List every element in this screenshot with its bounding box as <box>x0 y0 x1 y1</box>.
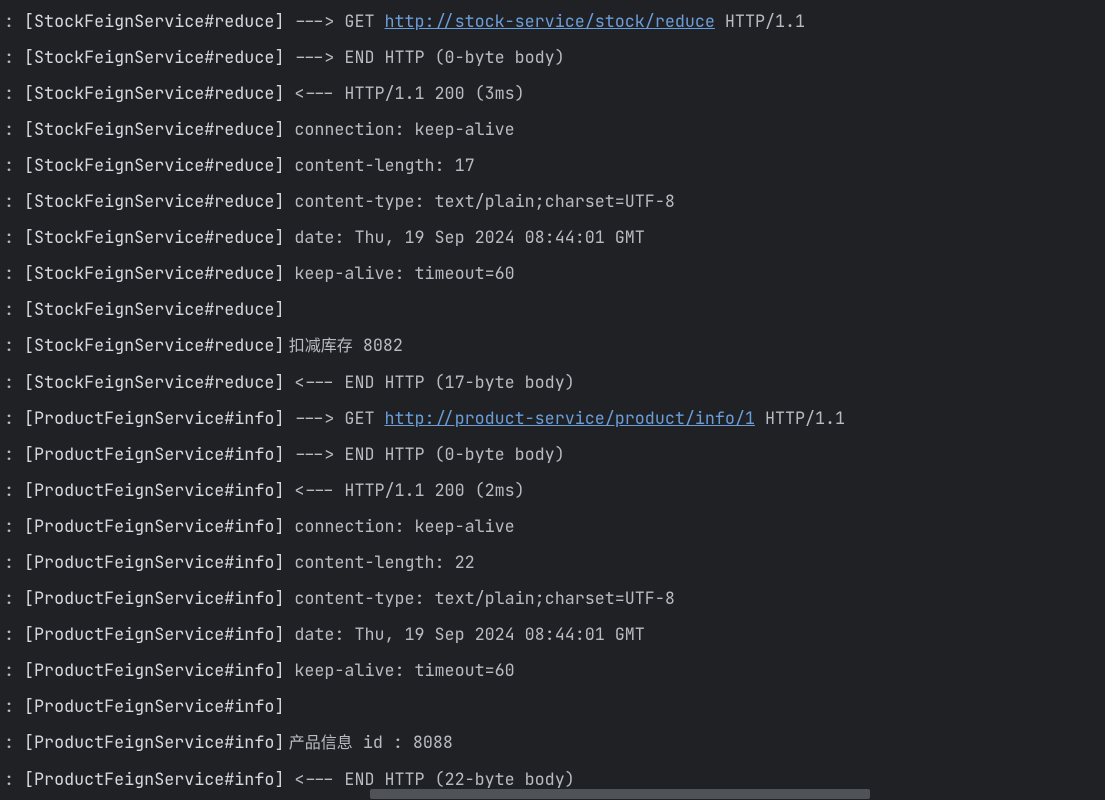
log-message: <--- END HTTP (17-byte body) <box>284 365 574 401</box>
log-separator: : <box>4 401 24 437</box>
log-message-cjk: 产品信息 <box>284 726 352 762</box>
log-separator: : <box>4 689 24 725</box>
log-source: [ProductFeignService#info] <box>24 473 284 509</box>
log-separator: : <box>4 220 24 256</box>
log-message: ---> END HTTP (0-byte body) <box>284 40 564 76</box>
log-url-link[interactable]: http://stock-service/stock/reduce <box>384 4 714 40</box>
log-url-link[interactable]: http://product-service/product/info/1 <box>384 401 754 437</box>
log-message: date: Thu, 19 Sep 2024 08:44:01 GMT <box>284 617 644 653</box>
horizontal-scrollbar-thumb[interactable] <box>370 789 870 799</box>
log-line: : [StockFeignService#reduce] <--- END HT… <box>4 365 1101 401</box>
log-line: : [StockFeignService#reduce] keep-alive:… <box>4 256 1101 292</box>
horizontal-scrollbar-track[interactable] <box>0 788 1105 800</box>
log-message: keep-alive: timeout=60 <box>284 653 514 689</box>
log-message-cjk: 扣减库存 <box>284 329 352 365</box>
log-separator: : <box>4 437 24 473</box>
log-message: connection: keep-alive <box>284 112 514 148</box>
log-line: : [ProductFeignService#info] connection:… <box>4 509 1101 545</box>
log-line: : [StockFeignService#reduce] date: Thu, … <box>4 220 1101 256</box>
log-line: : [ProductFeignService#info] <--- HTTP/1… <box>4 473 1101 509</box>
log-line: : [ProductFeignService#info] content-len… <box>4 545 1101 581</box>
log-source: [StockFeignService#reduce] <box>24 220 284 256</box>
log-line: : [StockFeignService#reduce] 扣减库存 8082 <box>4 328 1101 365</box>
log-separator: : <box>4 328 24 364</box>
log-line: : [ProductFeignService#info] 产品信息 id : 8… <box>4 725 1101 762</box>
log-separator: : <box>4 148 24 184</box>
log-line: : [StockFeignService#reduce] content-typ… <box>4 184 1101 220</box>
log-separator: : <box>4 292 24 328</box>
log-source: [ProductFeignService#info] <box>24 581 284 617</box>
log-line: : [ProductFeignService#info] <box>4 689 1101 725</box>
log-line: : [ProductFeignService#info] date: Thu, … <box>4 617 1101 653</box>
log-source: [StockFeignService#reduce] <box>24 4 284 40</box>
log-separator: : <box>4 509 24 545</box>
log-message: 8082 <box>353 328 403 364</box>
log-source: [ProductFeignService#info] <box>24 725 284 761</box>
log-line: : [StockFeignService#reduce] <--- HTTP/1… <box>4 76 1101 112</box>
log-message: content-type: text/plain;charset=UTF-8 <box>284 184 675 220</box>
log-separator: : <box>4 725 24 761</box>
log-source: [StockFeignService#reduce] <box>24 292 284 328</box>
log-separator: : <box>4 184 24 220</box>
log-separator: : <box>4 365 24 401</box>
log-line: : [StockFeignService#reduce] <box>4 292 1101 328</box>
log-message: ---> GET <box>284 401 384 437</box>
log-message: id : 8088 <box>353 725 453 761</box>
log-separator: : <box>4 545 24 581</box>
log-message-trailing: HTTP/1.1 <box>715 4 805 40</box>
log-message: content-type: text/plain;charset=UTF-8 <box>284 581 675 617</box>
log-message: content-length: 22 <box>284 545 474 581</box>
log-separator: : <box>4 581 24 617</box>
log-message: date: Thu, 19 Sep 2024 08:44:01 GMT <box>284 220 644 256</box>
log-source: [StockFeignService#reduce] <box>24 256 284 292</box>
console-output: : [StockFeignService#reduce] ---> GET ht… <box>0 0 1105 798</box>
log-source: [ProductFeignService#info] <box>24 689 284 725</box>
log-separator: : <box>4 256 24 292</box>
log-separator: : <box>4 617 24 653</box>
log-source: [StockFeignService#reduce] <box>24 328 284 364</box>
log-separator: : <box>4 112 24 148</box>
log-message: ---> GET <box>284 4 384 40</box>
log-message: connection: keep-alive <box>284 509 514 545</box>
log-line: : [StockFeignService#reduce] ---> END HT… <box>4 40 1101 76</box>
log-source: [ProductFeignService#info] <box>24 509 284 545</box>
log-message: ---> END HTTP (0-byte body) <box>284 437 564 473</box>
log-source: [StockFeignService#reduce] <box>24 184 284 220</box>
log-source: [ProductFeignService#info] <box>24 653 284 689</box>
log-separator: : <box>4 40 24 76</box>
log-source: [ProductFeignService#info] <box>24 401 284 437</box>
log-source: [StockFeignService#reduce] <box>24 76 284 112</box>
log-separator: : <box>4 473 24 509</box>
log-message-trailing: HTTP/1.1 <box>755 401 845 437</box>
log-line: : [ProductFeignService#info] content-typ… <box>4 581 1101 617</box>
log-message: <--- HTTP/1.1 200 (3ms) <box>284 76 524 112</box>
log-separator: : <box>4 76 24 112</box>
log-separator: : <box>4 4 24 40</box>
log-line: : [ProductFeignService#info] ---> GET ht… <box>4 401 1101 437</box>
log-source: [StockFeignService#reduce] <box>24 365 284 401</box>
log-message: <--- HTTP/1.1 200 (2ms) <box>284 473 524 509</box>
log-source: [ProductFeignService#info] <box>24 617 284 653</box>
log-line: : [ProductFeignService#info] ---> END HT… <box>4 437 1101 473</box>
log-source: [StockFeignService#reduce] <box>24 148 284 184</box>
log-message: keep-alive: timeout=60 <box>284 256 514 292</box>
log-source: [StockFeignService#reduce] <box>24 112 284 148</box>
log-source: [StockFeignService#reduce] <box>24 40 284 76</box>
log-line: : [StockFeignService#reduce] connection:… <box>4 112 1101 148</box>
log-line: : [StockFeignService#reduce] content-len… <box>4 148 1101 184</box>
log-source: [ProductFeignService#info] <box>24 545 284 581</box>
log-separator: : <box>4 653 24 689</box>
log-line: : [ProductFeignService#info] keep-alive:… <box>4 653 1101 689</box>
log-source: [ProductFeignService#info] <box>24 437 284 473</box>
log-line: : [StockFeignService#reduce] ---> GET ht… <box>4 4 1101 40</box>
log-message: content-length: 17 <box>284 148 474 184</box>
